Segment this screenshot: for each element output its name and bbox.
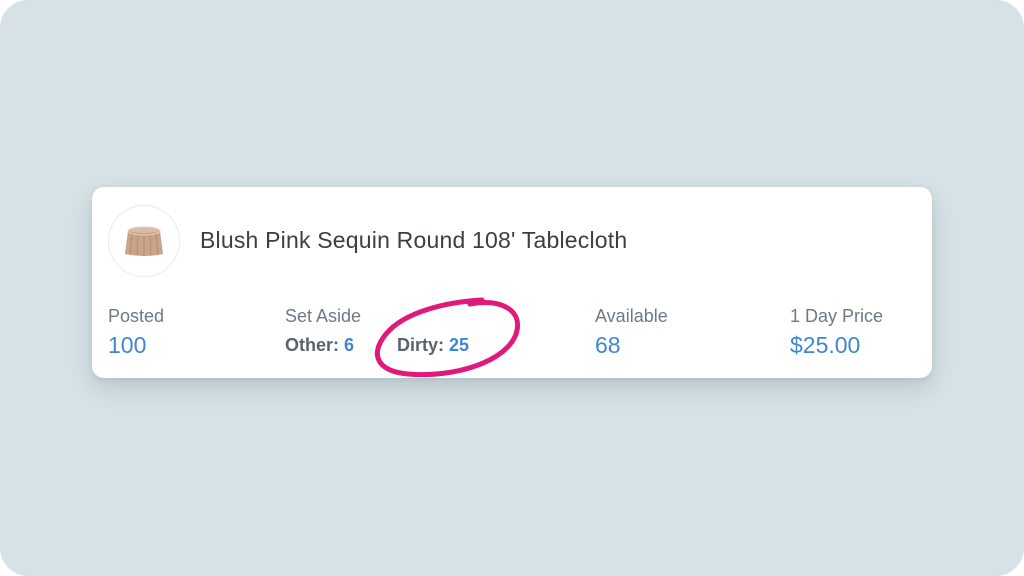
item-title: Blush Pink Sequin Round 108' Tablecloth <box>200 227 628 253</box>
posted-label: Posted <box>108 306 165 326</box>
other-value: 6 <box>344 335 355 355</box>
day-price-value: $25.00 <box>790 332 861 358</box>
dirty-value: 25 <box>449 335 470 355</box>
other-label: Other: <box>285 335 339 355</box>
dirty-label: Dirty: <box>397 335 445 355</box>
set-aside-label: Set Aside <box>285 306 362 326</box>
set-aside-other: Other: 6 <box>285 335 354 356</box>
available-value: 68 <box>595 332 621 358</box>
posted-value: 100 <box>108 332 147 358</box>
available-label: Available <box>595 306 668 326</box>
item-thumbnail <box>108 205 180 277</box>
tablecloth-thumbnail-icon <box>125 226 163 256</box>
item-card[interactable]: Blush Pink Sequin Round 108' Tablecloth … <box>92 187 932 378</box>
day-price-label: 1 Day Price <box>790 306 884 326</box>
set-aside-dirty[interactable]: Dirty: 25 <box>397 335 469 356</box>
background-frame: Blush Pink Sequin Round 108' Tablecloth … <box>0 0 1024 576</box>
